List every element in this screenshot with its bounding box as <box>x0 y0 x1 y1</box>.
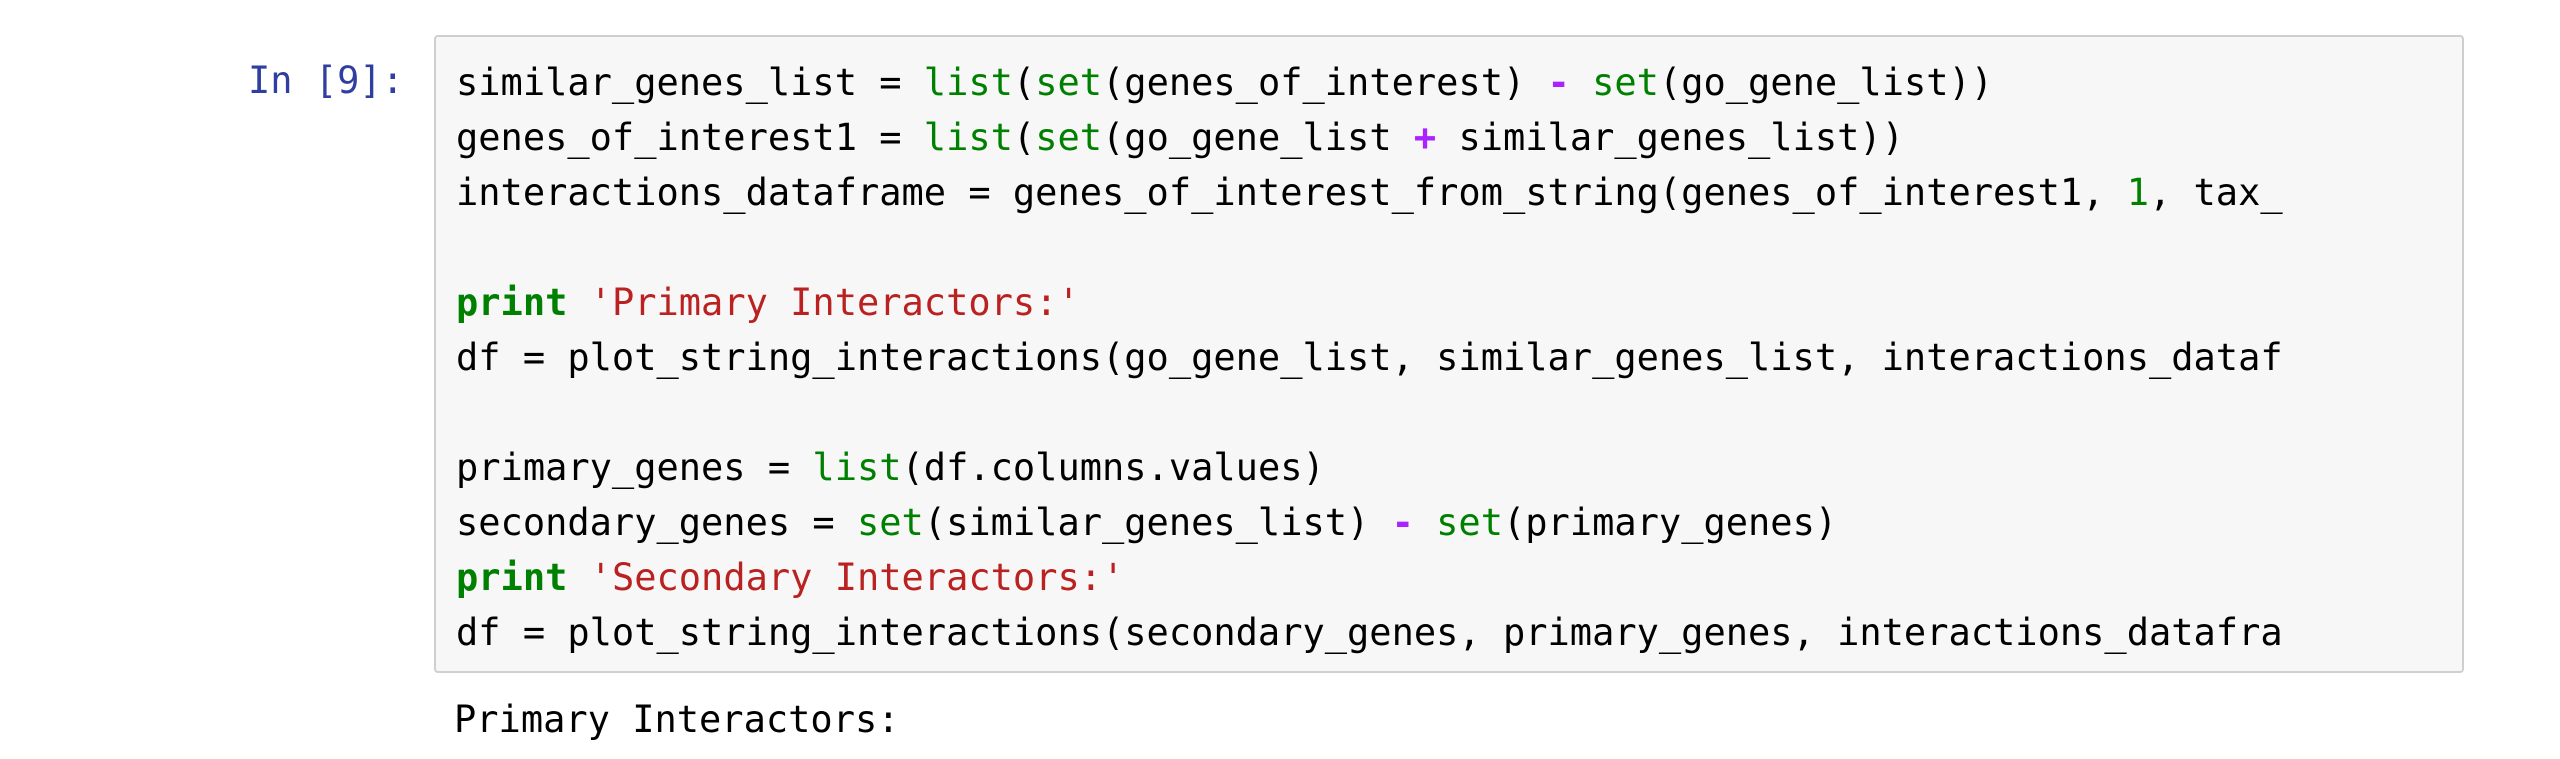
code-token-builtin: set <box>1035 61 1103 104</box>
code-token-name: similar_genes_list)) <box>1436 116 1904 159</box>
code-token-name: df = plot_string_interactions(secondary_… <box>456 611 2283 654</box>
code-token-name: primary_genes = <box>456 446 813 489</box>
code-token-builtin: list <box>812 446 902 489</box>
code-token-name: secondary_genes = <box>456 501 857 544</box>
code-token-string: 'Secondary Interactors:' <box>589 556 1125 599</box>
code-token-op: + <box>1413 116 1437 159</box>
code-token-name <box>567 281 589 324</box>
code-token-number: 1 <box>2126 171 2149 214</box>
code-token-op: - <box>1391 501 1414 544</box>
code-line: genes_of_interest1 = list(set(go_gene_li… <box>456 110 2283 165</box>
code-token-builtin: set <box>1035 116 1103 159</box>
code-line: df = plot_string_interactions(go_gene_li… <box>456 330 2283 385</box>
code-token-name: similar_genes_list = <box>456 61 924 104</box>
code-token-builtin: set <box>1592 61 1659 104</box>
code-line: interactions_dataframe = genes_of_intere… <box>456 165 2283 220</box>
code-token-name: (genes_of_interest) <box>1102 61 1548 104</box>
code-token-name: (similar_genes_list) <box>923 501 1392 544</box>
code-token-name <box>1570 61 1592 104</box>
code-token-name: genes_of_interest1 = <box>456 116 924 159</box>
code-line: secondary_genes = set(similar_genes_list… <box>456 495 2283 550</box>
code-line: print 'Secondary Interactors:' <box>456 550 2283 605</box>
code-token-name: , tax_ <box>2148 171 2283 214</box>
code-token-name <box>1414 501 1436 544</box>
code-line: primary_genes = list(df.columns.values) <box>456 440 2283 495</box>
code-line: df = plot_string_interactions(secondary_… <box>456 605 2283 660</box>
code-token-name: interactions_dataframe = genes_of_intere… <box>456 171 2127 214</box>
code-token-builtin: set <box>1436 501 1503 544</box>
code-token-name: (go_gene_list)) <box>1658 61 1994 104</box>
cell-output-text: Primary Interactors: <box>454 698 900 741</box>
code-token-keyword: print <box>456 281 568 324</box>
code-token-name: ( <box>1012 61 1036 104</box>
code-token-builtin: list <box>923 61 1013 104</box>
code-token-builtin: list <box>923 116 1013 159</box>
code-line: print 'Primary Interactors:' <box>456 275 2283 330</box>
notebook-code-cell: In [9]: similar_genes_list = list(set(ge… <box>0 0 2560 759</box>
input-prompt: In [9]: <box>248 59 404 102</box>
code-token-keyword: print <box>456 556 568 599</box>
code-token-name: df = plot_string_interactions(go_gene_li… <box>456 336 2283 379</box>
code-token-name: (primary_genes) <box>1502 501 1838 544</box>
code-line: similar_genes_list = list(set(genes_of_i… <box>456 55 2283 110</box>
code-editor[interactable]: similar_genes_list = list(set(genes_of_i… <box>456 55 2283 660</box>
code-token-op: - <box>1547 61 1570 104</box>
code-token-name <box>567 556 589 599</box>
code-token-name: ( <box>1012 116 1036 159</box>
code-token-name: (go_gene_list <box>1102 116 1414 159</box>
code-token-name: (df.columns.values) <box>901 446 1325 489</box>
code-input-area[interactable]: similar_genes_list = list(set(genes_of_i… <box>434 35 2464 673</box>
code-token-string: 'Primary Interactors:' <box>589 281 1080 324</box>
code-token-builtin: set <box>856 501 924 544</box>
